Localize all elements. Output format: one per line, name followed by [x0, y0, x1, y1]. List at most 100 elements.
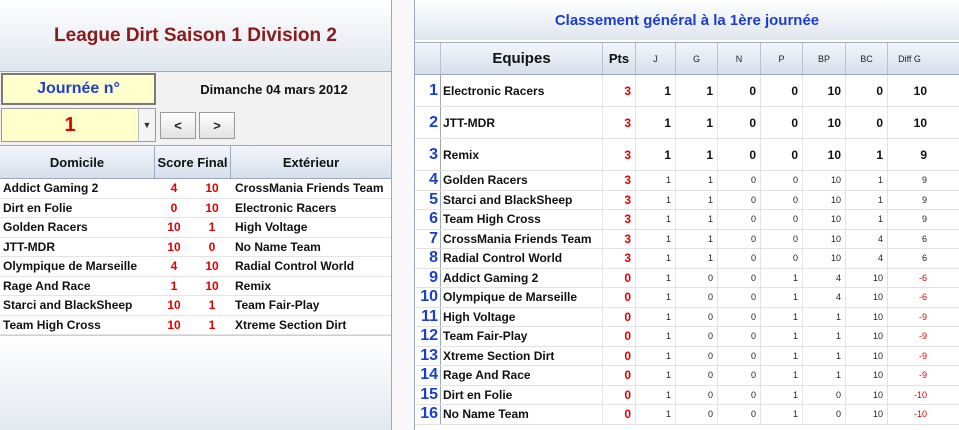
standings-panel: Classement général à la 1ère journée Equ… — [415, 0, 959, 430]
goals-against-cell: 10 — [846, 366, 888, 385]
match-row: Golden Racers 10 1 High Voltage — [0, 218, 391, 238]
standings-title: Classement général à la 1ère journée — [415, 0, 959, 40]
team-name: JTT-MDR — [441, 107, 603, 138]
goal-diff-cell: 9 — [921, 175, 927, 186]
j-column-header: J — [636, 43, 676, 74]
team-name: Radial Control World — [441, 249, 603, 268]
points-cell: 3 — [603, 210, 636, 229]
away-team: Xtreme Section Dirt — [235, 317, 347, 332]
home-team: Team High Cross — [3, 317, 101, 332]
home-score: 4 — [170, 259, 178, 274]
won-cell: 0 — [676, 385, 718, 404]
rank-cell: 7 — [415, 229, 441, 248]
away-score: 1 — [208, 317, 216, 332]
lost-cell: 1 — [761, 366, 803, 385]
results-panel: League Dirt Saison 1 Division 2 Journée … — [0, 0, 391, 430]
goals-against-cell: 10 — [846, 405, 888, 424]
away-column-header: Extérieur — [282, 154, 340, 170]
points-cell: 0 — [603, 346, 636, 365]
goals-for-cell: 10 — [803, 171, 846, 190]
draw-cell: 0 — [718, 75, 761, 106]
goal-diff-cell: -9 — [918, 350, 927, 361]
home-team: Golden Racers — [3, 220, 88, 235]
won-cell: 0 — [676, 268, 718, 287]
standings-header: Equipes Pts J G N P BP BC Diff G — [415, 42, 959, 75]
played-cell: 1 — [636, 327, 676, 346]
away-team: No Name Team — [235, 239, 321, 254]
home-team: Rage And Race — [3, 278, 91, 293]
chevron-down-icon[interactable]: ▼ — [138, 109, 155, 141]
standings-row: 12 Team Fair-Play 0 1 0 0 1 1 10 -9 — [415, 327, 959, 347]
rank-cell: 3 — [415, 139, 441, 170]
lost-cell: 1 — [761, 327, 803, 346]
goals-against-cell: 1 — [846, 139, 888, 170]
rank-cell: 8 — [415, 249, 441, 268]
prev-journee-button[interactable]: < — [160, 112, 196, 139]
draw-cell: 0 — [718, 171, 761, 190]
match-row: Rage And Race 1 10 Remix — [0, 277, 391, 296]
rank-cell: 12 — [415, 327, 441, 346]
draw-cell: 0 — [718, 366, 761, 385]
goals-for-cell: 0 — [803, 405, 846, 424]
standings-row: 11 High Voltage 0 1 0 0 1 1 10 -9 — [415, 307, 959, 327]
away-score: 10 — [205, 200, 219, 215]
won-cell: 0 — [676, 366, 718, 385]
lost-cell: 0 — [761, 171, 803, 190]
points-cell: 0 — [603, 366, 636, 385]
lost-cell: 1 — [761, 288, 803, 307]
played-cell: 1 — [636, 385, 676, 404]
goals-against-cell: 10 — [846, 385, 888, 404]
team-name: Rage And Race — [441, 366, 603, 385]
home-column-header: Domicile — [0, 146, 155, 178]
matches-header: Domicile Score Final Extérieur — [0, 145, 391, 179]
draw-cell: 0 — [718, 210, 761, 229]
home-score: 10 — [167, 239, 181, 254]
away-team: Team Fair-Play — [235, 298, 320, 313]
draw-cell: 0 — [718, 139, 761, 170]
team-name: Team Fair-Play — [441, 327, 603, 346]
next-journee-button[interactable]: > — [199, 112, 235, 139]
goal-diff-cell: -9 — [918, 331, 927, 342]
won-cell: 0 — [676, 288, 718, 307]
played-cell: 1 — [636, 405, 676, 424]
won-cell: 0 — [676, 327, 718, 346]
matches-empty-area — [0, 335, 391, 430]
home-score: 0 — [170, 200, 178, 215]
goals-for-cell: 10 — [803, 210, 846, 229]
draw-cell: 0 — [718, 288, 761, 307]
rank-cell: 1 — [415, 75, 441, 106]
won-cell: 0 — [676, 307, 718, 326]
points-cell: 0 — [603, 385, 636, 404]
away-score: 0 — [208, 239, 216, 254]
lost-cell: 0 — [761, 139, 803, 170]
played-cell: 1 — [636, 346, 676, 365]
goals-for-cell: 10 — [803, 229, 846, 248]
points-cell: 3 — [603, 139, 636, 170]
points-cell: 0 — [603, 405, 636, 424]
goals-for-cell: 1 — [803, 307, 846, 326]
goals-against-cell: 1 — [846, 210, 888, 229]
team-column-header: Equipes — [441, 43, 603, 74]
away-score: 1 — [208, 298, 216, 313]
standings-row: 8 Radial Control World 3 1 1 0 0 10 4 6 — [415, 249, 959, 269]
away-score: 10 — [205, 259, 219, 274]
away-team: Radial Control World — [235, 259, 355, 274]
away-team: Remix — [235, 278, 272, 293]
goal-diff-cell: 9 — [921, 214, 927, 225]
team-name: Starci and BlackSheep — [441, 190, 603, 209]
rank-cell: 6 — [415, 210, 441, 229]
goals-against-cell: 1 — [846, 171, 888, 190]
points-cell: 3 — [603, 190, 636, 209]
goals-for-cell: 1 — [803, 327, 846, 346]
points-cell: 0 — [603, 307, 636, 326]
standings-row: 5 Starci and BlackSheep 3 1 1 0 0 10 1 9 — [415, 190, 959, 210]
won-cell: 1 — [676, 75, 718, 106]
goals-against-cell: 10 — [846, 327, 888, 346]
journee-select[interactable]: 1 ▼ — [1, 108, 156, 142]
won-cell: 1 — [676, 171, 718, 190]
standings-table: 1 Electronic Racers 3 1 1 0 0 10 0 10 2 JTT-MDR 3 1 1 0… — [415, 75, 959, 425]
g-column-header: G — [676, 43, 718, 74]
played-cell: 1 — [636, 288, 676, 307]
standings-row: 1 Electronic Racers 3 1 1 0 0 10 0 10 — [415, 75, 959, 107]
home-score: 1 — [170, 278, 178, 293]
